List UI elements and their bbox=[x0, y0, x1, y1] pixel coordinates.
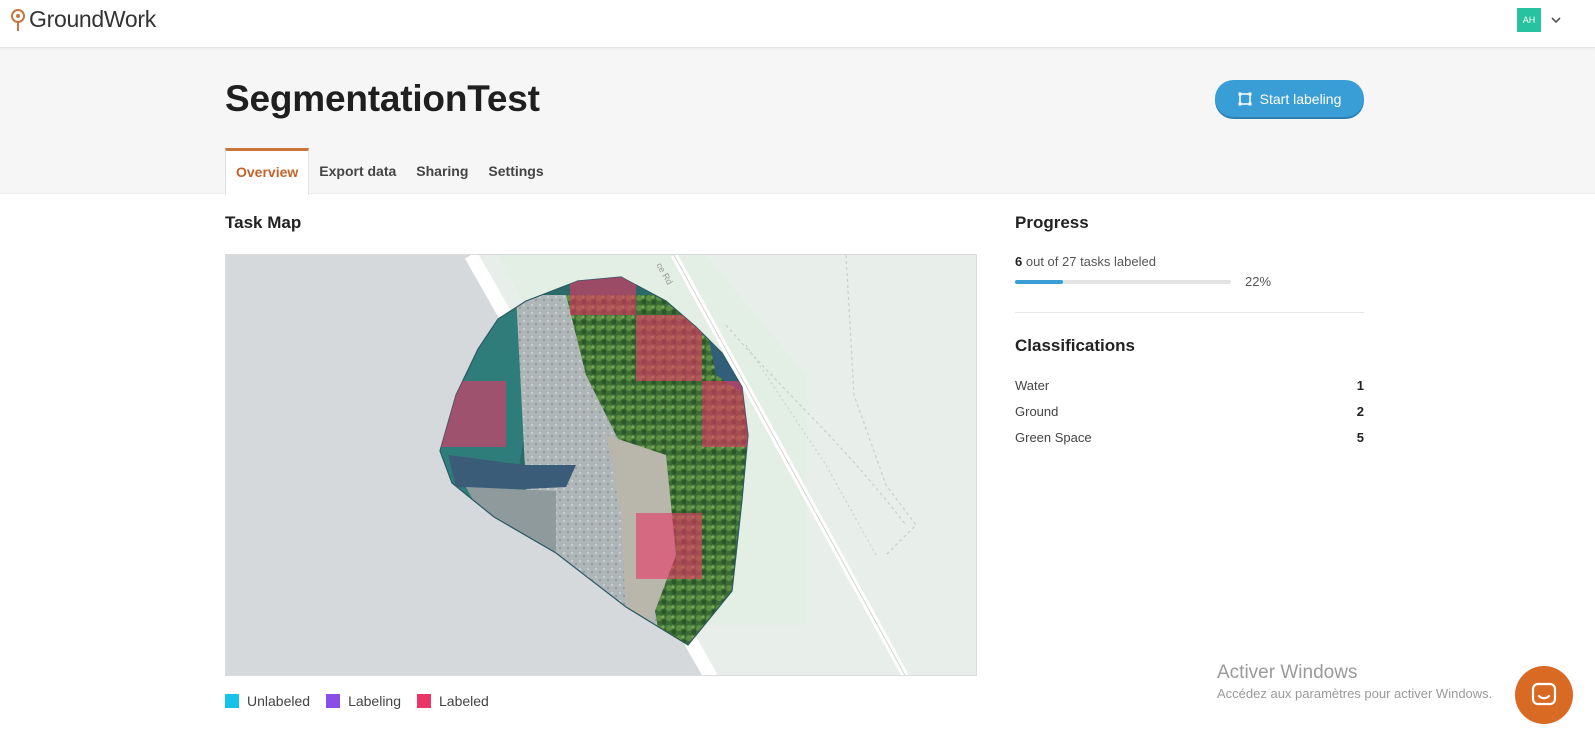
tab-export-data[interactable]: Export data bbox=[309, 148, 406, 194]
windows-activation-watermark: Activer Windows Accédez aux paramètres p… bbox=[1217, 662, 1492, 701]
classifications-title: Classifications bbox=[1015, 336, 1135, 355]
classification-count: 1 bbox=[1356, 378, 1364, 393]
avatar[interactable]: AH bbox=[1517, 8, 1541, 32]
page-title: SegmentationTest bbox=[225, 78, 540, 119]
legend-label: Labeling bbox=[348, 693, 401, 709]
progress-summary: 6 out of 27 tasks labeled bbox=[1015, 254, 1156, 269]
start-labeling-button[interactable]: Start labeling bbox=[1215, 80, 1364, 117]
chevron-down-icon[interactable] bbox=[1549, 13, 1563, 27]
tab-sharing[interactable]: Sharing bbox=[406, 148, 478, 194]
project-tabs: Overview Export data Sharing Settings bbox=[225, 148, 554, 195]
watermark-line1: Activer Windows bbox=[1217, 662, 1358, 683]
classification-row: Water 1 bbox=[1015, 378, 1364, 393]
watermark-line2: Accédez aux paramètres pour activer Wind… bbox=[1217, 686, 1493, 701]
progress-bar-fill bbox=[1015, 280, 1063, 284]
legend-swatch bbox=[417, 694, 431, 708]
classification-name: Water bbox=[1015, 378, 1050, 393]
legend-swatch bbox=[326, 694, 341, 708]
legend-labeling: Labeling bbox=[326, 693, 401, 709]
task-map[interactable]: ce Rd bbox=[225, 254, 977, 676]
classification-row: Ground 2 bbox=[1015, 404, 1364, 419]
progress-percent: 22% bbox=[1245, 274, 1272, 289]
bounding-box-icon bbox=[1238, 92, 1252, 105]
chat-icon bbox=[1531, 682, 1557, 706]
labeled-task-cell[interactable] bbox=[570, 275, 636, 315]
progress-bar bbox=[1015, 280, 1231, 284]
task-map-title: Task Map bbox=[225, 213, 302, 232]
user-menu[interactable]: AH bbox=[1517, 8, 1563, 32]
start-labeling-label: Start labeling bbox=[1259, 90, 1342, 107]
classification-row: Green Space 5 bbox=[1015, 430, 1364, 445]
top-bar: GroundWork AH bbox=[0, 0, 1595, 48]
progress-title: Progress bbox=[1015, 213, 1089, 232]
map-canvas: ce Rd bbox=[438, 255, 976, 675]
legend-labeled: Labeled bbox=[417, 693, 489, 709]
pin-icon bbox=[11, 8, 25, 31]
app-name: GroundWork bbox=[29, 6, 156, 32]
labeled-task-cell[interactable] bbox=[636, 513, 702, 579]
classification-count: 2 bbox=[1356, 404, 1364, 419]
classification-name: Ground bbox=[1015, 404, 1059, 419]
legend-label: Unlabeled bbox=[247, 693, 311, 709]
map-legend: Unlabeled Labeling Labeled bbox=[225, 693, 489, 709]
labeled-task-cell[interactable] bbox=[636, 315, 702, 381]
tab-settings[interactable]: Settings bbox=[478, 148, 553, 194]
legend-unlabeled: Unlabeled bbox=[225, 693, 310, 709]
legend-label: Labeled bbox=[439, 693, 489, 709]
labeled-count: 6 bbox=[1015, 254, 1023, 269]
tab-overview[interactable]: Overview bbox=[225, 148, 310, 195]
divider bbox=[1015, 312, 1364, 313]
app-logo[interactable]: GroundWork bbox=[10, 6, 156, 33]
classification-count: 5 bbox=[1356, 430, 1364, 445]
progress-rest: out of 27 tasks labeled bbox=[1025, 254, 1156, 269]
labeled-task-cell[interactable] bbox=[438, 381, 506, 447]
legend-swatch bbox=[225, 694, 239, 708]
classification-name: Green Space bbox=[1015, 430, 1092, 445]
chat-launcher-button[interactable] bbox=[1515, 666, 1573, 724]
